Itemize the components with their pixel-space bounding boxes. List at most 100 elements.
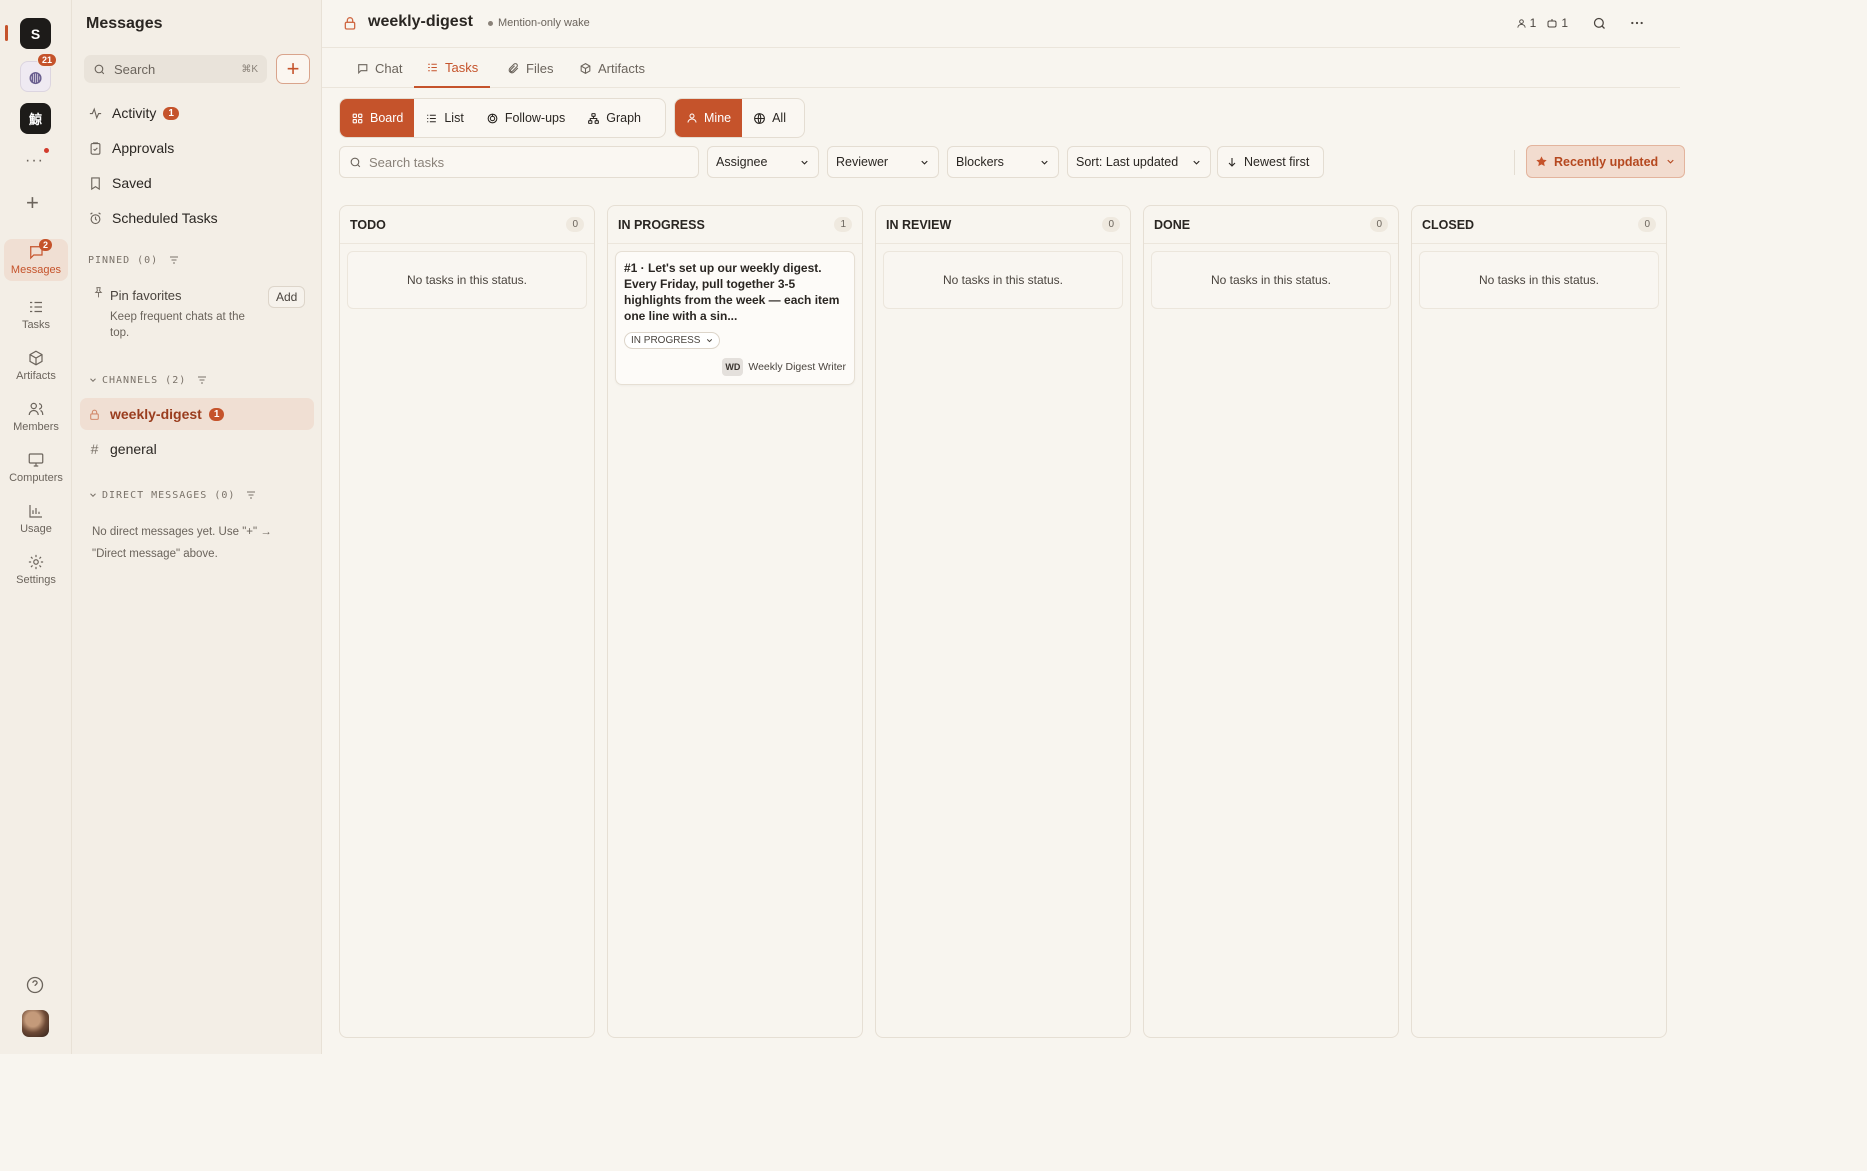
assignee-dropdown[interactable]: Assignee <box>707 146 819 178</box>
pinned-label: PINNED (0) <box>88 254 159 266</box>
view-label: Graph <box>606 111 641 125</box>
search-input[interactable]: Search ⌘K <box>84 55 267 83</box>
order-toggle-button[interactable]: Newest first <box>1217 146 1324 178</box>
board-column-in-review: IN REVIEW 0 No tasks in this status. <box>875 205 1131 1038</box>
tab-artifacts[interactable]: Artifacts <box>577 48 647 88</box>
task-search-input[interactable]: Search tasks <box>339 146 699 178</box>
channel-name: weekly-digest <box>110 406 202 422</box>
assignee-avatar: WD <box>722 358 744 376</box>
workspace-dark[interactable]: 鯨 <box>20 103 51 134</box>
column-empty-state: No tasks in this status. <box>1419 251 1659 309</box>
grid-icon <box>352 113 363 123</box>
nav-usage[interactable]: Usage <box>4 498 68 540</box>
more-workspaces-icon[interactable]: ··· <box>25 152 44 170</box>
wake-mode-badge[interactable]: Mention-only wake <box>488 17 590 29</box>
star-icon <box>1536 156 1547 167</box>
column-header: IN REVIEW 0 <box>876 206 1130 244</box>
page-title: weekly-digest <box>368 13 473 30</box>
sidebar-item-label: Approvals <box>112 140 175 156</box>
bot-count[interactable]: 1 <box>1546 16 1568 30</box>
column-count: 0 <box>1638 217 1656 232</box>
graph-icon <box>588 112 600 124</box>
sort-dropdown[interactable]: Sort: Last updated <box>1067 146 1211 178</box>
column-title: TODO <box>350 217 386 232</box>
channel-weekly-digest[interactable]: weekly-digest 1 <box>80 398 314 430</box>
nav-members[interactable]: Members <box>4 396 68 438</box>
help-icon[interactable] <box>25 975 45 995</box>
recently-updated-dropdown[interactable]: Recently updated <box>1526 145 1685 178</box>
filter-icon[interactable] <box>168 254 180 266</box>
workspace-s[interactable]: S <box>20 18 51 49</box>
assignee-name: Weekly Digest Writer <box>748 361 846 373</box>
view-switcher: Board List Follow-ups Graph <box>339 98 666 138</box>
workspace-globe[interactable]: ◍ 21 <box>20 53 57 92</box>
column-header: TODO 0 <box>340 206 594 244</box>
bookmark-icon <box>91 176 100 190</box>
messages-sidebar: Messages Search ⌘K + Activity 1 Approval… <box>72 0 322 1054</box>
board-column-closed: CLOSED 0 No tasks in this status. <box>1411 205 1667 1038</box>
column-title: IN REVIEW <box>886 217 952 232</box>
nav-label: Members <box>13 421 59 433</box>
column-empty-state: No tasks in this status. <box>347 251 587 309</box>
more-icon[interactable] <box>1629 15 1645 31</box>
chevron-down-icon <box>1193 160 1200 165</box>
nav-settings[interactable]: Settings <box>4 549 68 591</box>
pin-add-button[interactable]: Add <box>268 286 306 308</box>
tab-label: Artifacts <box>598 60 645 76</box>
sidebar-item-scheduled-tasks[interactable]: Scheduled Tasks <box>80 202 314 234</box>
toolbar-divider <box>1514 150 1515 175</box>
activity-badge: 1 <box>163 106 179 120</box>
task-assignee[interactable]: WD Weekly Digest Writer <box>722 358 846 376</box>
pinned-section-header[interactable]: PINNED (0) <box>88 254 180 266</box>
sidebar-item-activity[interactable]: Activity 1 <box>80 97 314 129</box>
dropdown-label: Blockers <box>956 155 1004 169</box>
task-card[interactable]: #1 · Let's set up our weekly digest. Eve… <box>615 251 855 385</box>
view-graph-button[interactable]: Graph <box>576 99 652 137</box>
channels-section-header[interactable]: CHANNELS (2) <box>88 374 208 386</box>
blockers-dropdown[interactable]: Blockers <box>947 146 1059 178</box>
pin-card-description: Keep frequent chats at the top. <box>110 311 245 339</box>
recent-label: Recently updated <box>1554 154 1659 169</box>
nav-tasks[interactable]: Tasks <box>4 294 68 336</box>
search-icon[interactable] <box>1592 16 1607 31</box>
workspace-badge: 21 <box>36 53 57 67</box>
task-search-placeholder: Search tasks <box>369 154 445 170</box>
reviewer-dropdown[interactable]: Reviewer <box>827 146 939 178</box>
channel-name: general <box>110 441 157 457</box>
dm-label: DIRECT MESSAGES (0) <box>102 489 236 501</box>
new-message-button[interactable]: + <box>276 54 310 84</box>
tab-tasks[interactable]: Tasks <box>414 48 491 88</box>
workspace-globe-label: ◍ <box>28 68 43 86</box>
filter-icon[interactable] <box>245 489 257 501</box>
member-count[interactable]: 1 <box>1516 16 1536 30</box>
view-followups-button[interactable]: Follow-ups <box>475 99 576 137</box>
scope-all-button[interactable]: All <box>742 99 797 137</box>
nav-artifacts[interactable]: Artifacts <box>4 345 68 387</box>
sidebar-item-saved[interactable]: Saved <box>80 167 314 199</box>
nav-messages[interactable]: 2 Messages <box>4 239 68 281</box>
nav-label: Tasks <box>21 319 51 331</box>
sidebar-item-approvals[interactable]: Approvals <box>80 132 314 164</box>
bot-count-value: 1 <box>1561 16 1568 30</box>
column-count: 1 <box>834 217 852 232</box>
scope-mine-button[interactable]: Mine <box>675 99 743 137</box>
add-workspace-button[interactable]: + <box>26 190 39 216</box>
dm-section-header[interactable]: DIRECT MESSAGES (0) <box>88 489 257 501</box>
filter-icon[interactable] <box>196 374 208 386</box>
chat-icon <box>358 63 368 74</box>
tab-files[interactable]: Files <box>505 48 555 88</box>
view-label: Follow-ups <box>504 111 566 125</box>
pin-card-title: Pin favorites <box>110 288 182 303</box>
channel-general[interactable]: # general <box>80 433 314 465</box>
chart-icon <box>29 505 42 518</box>
task-status-dropdown[interactable]: IN PROGRESS <box>624 332 721 349</box>
view-board-button[interactable]: Board <box>340 99 415 137</box>
view-label: List <box>444 111 464 125</box>
scope-label: All <box>772 111 786 125</box>
dropdown-label: Reviewer <box>836 155 889 169</box>
view-list-button[interactable]: List <box>414 99 474 137</box>
nav-computers[interactable]: Computers <box>4 447 68 489</box>
avatar[interactable] <box>22 1010 49 1037</box>
tab-chat[interactable]: Chat <box>354 48 404 88</box>
chevron-down-icon <box>90 378 96 382</box>
